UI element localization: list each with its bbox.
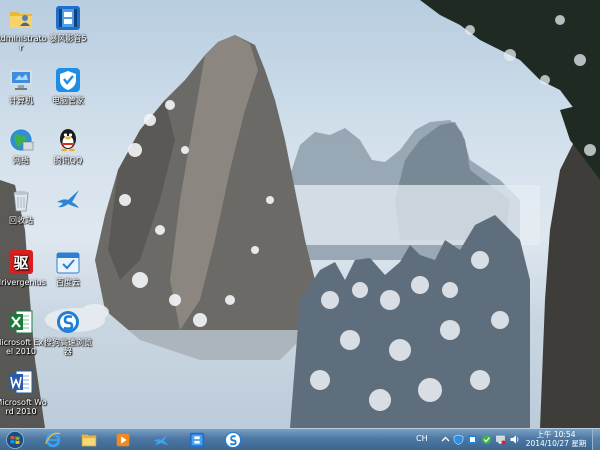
desktop-icon-baofeng[interactable]: 暴风影音5 — [41, 2, 95, 60]
start-button[interactable] — [2, 430, 28, 450]
taskbar-ie-button[interactable] — [38, 430, 68, 450]
internet-explorer-icon — [44, 431, 62, 449]
desktop-icon-label: 暴风影音5 — [49, 34, 87, 43]
desktop-icon-label: 腾讯QQ — [53, 156, 83, 165]
taskbar-explorer-button[interactable] — [74, 430, 104, 450]
windows-start-icon — [6, 431, 24, 449]
qq-penguin-icon — [54, 126, 82, 154]
video-player-icon — [188, 431, 206, 449]
tray-security-icon[interactable] — [481, 434, 492, 445]
clock[interactable]: 上午 10:54 2014/10/27 星期一 — [522, 430, 590, 457]
desktop-icon-label: 百度云 — [56, 278, 80, 287]
media-player-icon — [114, 431, 132, 449]
driver-genius-icon: 驱 — [7, 248, 35, 276]
clock-time-line: 上午 10:54 — [522, 430, 590, 439]
video-player-icon — [54, 4, 82, 32]
taskbar-sogou-button[interactable] — [218, 430, 248, 450]
recycle-bin-icon — [7, 186, 35, 214]
computer-icon — [7, 66, 35, 94]
shield-icon — [54, 66, 82, 94]
network-globe-icon — [7, 126, 35, 154]
cloud-storage-icon — [54, 248, 82, 276]
bird-icon — [54, 186, 82, 214]
tray-expand-icon[interactable] — [440, 434, 451, 445]
clock-time: 10:54 — [553, 430, 576, 439]
show-desktop-button[interactable] — [592, 429, 600, 450]
clock-period: 上午 — [536, 430, 552, 439]
taskbar: CH 上午 10:54 2014/10/27 星期一 — [0, 428, 600, 457]
desktop-icon-pc-manager[interactable]: 电脑管家 — [41, 64, 95, 122]
folder-user-icon — [7, 4, 35, 32]
ime-indicator[interactable]: CH — [416, 434, 428, 443]
excel-icon — [7, 308, 35, 336]
file-explorer-icon — [80, 431, 98, 449]
taskbar-video-button[interactable] — [182, 430, 212, 450]
svg-text:驱: 驱 — [13, 254, 28, 272]
sogou-browser-icon — [54, 308, 82, 336]
desktop-icon-word[interactable]: Microsoft Word 2010 — [0, 366, 48, 424]
taskbar-bird-button[interactable] — [146, 430, 176, 450]
desktop-icon-label: Microsoft Word 2010 — [0, 398, 47, 416]
tray-shield-icon[interactable] — [453, 434, 464, 445]
desktop-icon-label: 电脑管家 — [52, 96, 84, 105]
volume-icon[interactable] — [509, 434, 520, 445]
clock-date-line: 2014/10/27 星期一 — [522, 439, 590, 457]
bird-icon — [152, 431, 170, 449]
desktop-icon-qq[interactable]: 腾讯QQ — [41, 124, 95, 182]
word-icon — [7, 368, 35, 396]
sogou-browser-icon — [224, 431, 242, 449]
clock-date: 2014/10/27 — [525, 439, 569, 448]
desktop-icon-baidu-cloud[interactable]: 百度云 — [41, 246, 95, 304]
desktop-icon-label: 搜狗高速浏览器 — [44, 338, 92, 356]
network-icon[interactable] — [495, 434, 506, 445]
tray-app-icon[interactable] — [467, 434, 478, 445]
desktop-icon-sogou-browser[interactable]: 搜狗高速浏览器 — [41, 306, 95, 364]
desktop-icon-bird-app[interactable] — [41, 184, 95, 242]
taskbar-media-button[interactable] — [108, 430, 138, 450]
